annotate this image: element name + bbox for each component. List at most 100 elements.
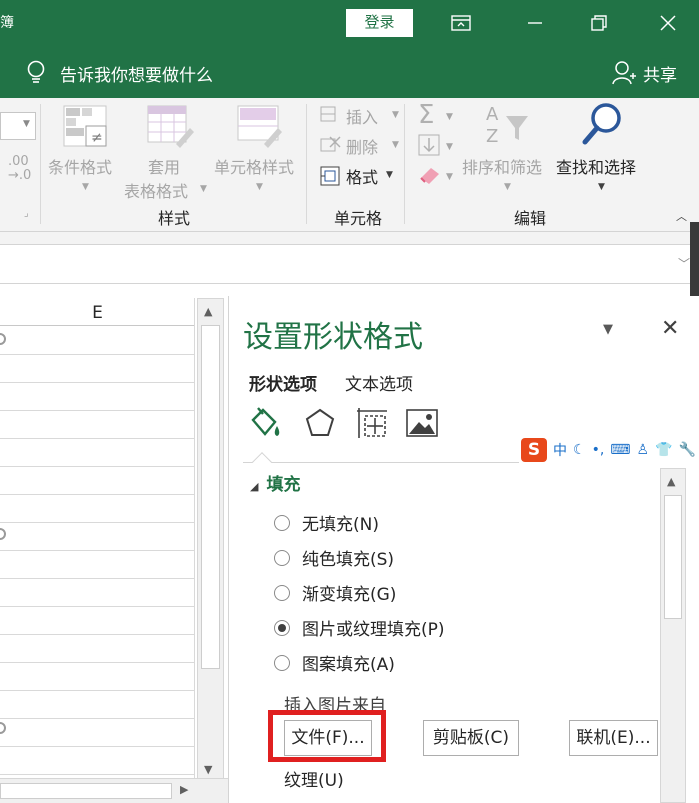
ime-toolbar[interactable]: S 中 ☾ •, ⌨ ♙ 👕 🔧 (519, 435, 699, 465)
chevron-down-icon: ▼ (504, 182, 511, 192)
dialog-launcher-icon[interactable]: ⌟ (24, 208, 29, 219)
table-format-label-1[interactable]: 套用 (148, 154, 180, 178)
keyboard-icon[interactable]: ⌨ (610, 442, 630, 458)
expand-formula-bar-icon[interactable]: ﹀ (678, 255, 690, 272)
ime-language-toggle[interactable]: 中 (553, 440, 567, 460)
radio-gradient-fill[interactable]: 渐变填充(G) (274, 580, 396, 605)
sheet-horizontal-scrollbar[interactable]: ▶ (0, 778, 228, 803)
chevron-down-icon: ▼ (446, 112, 453, 122)
login-button[interactable]: 登录 (346, 9, 413, 37)
restore-button[interactable] (582, 6, 616, 40)
collapse-ribbon-icon[interactable]: ︿ (676, 208, 687, 224)
cell-style-button[interactable]: 单元格样式 (214, 154, 294, 178)
eraser-icon[interactable] (418, 164, 442, 184)
radio-button-selected[interactable] (274, 619, 290, 636)
tell-me-input[interactable]: 告诉我你想要做什么 (60, 61, 213, 86)
autosum-icon[interactable]: Σ (418, 100, 434, 130)
chevron-down-icon: ▼ (82, 182, 89, 192)
delete-button[interactable]: 删除 (346, 134, 378, 158)
grid-line (0, 410, 195, 411)
texture-label: 纹理(U) (284, 771, 344, 791)
minimize-button[interactable] (518, 6, 552, 40)
horizontal-scroll-thumb[interactable] (0, 783, 172, 799)
radio-button[interactable] (274, 549, 290, 566)
tab-shape-options[interactable]: 形状选项 (249, 370, 317, 395)
punctuation-icon[interactable]: •, (592, 442, 605, 458)
ime-logo-icon[interactable]: S (521, 438, 547, 462)
grid-line (0, 466, 195, 467)
scroll-thumb[interactable] (201, 325, 220, 669)
ribbon-separator (306, 104, 307, 224)
wrench-icon[interactable]: 🔧 (679, 442, 696, 458)
grid-line (0, 494, 195, 495)
scroll-up-arrow-icon[interactable]: ▲ (204, 305, 212, 318)
clipboard-button[interactable]: 剪贴板(C) (423, 720, 519, 756)
radio-button[interactable] (274, 584, 290, 601)
chevron-down-icon: ▼ (256, 182, 263, 192)
radio-label: 图案填充(A) (302, 655, 395, 675)
worksheet-grid[interactable] (0, 296, 195, 780)
formula-bar[interactable]: ﹀ (0, 244, 699, 284)
format-button[interactable]: 格式 (346, 164, 378, 188)
minimize-icon (528, 22, 542, 24)
chevron-down-icon: ▼ (392, 110, 399, 120)
picture-icon[interactable] (405, 406, 439, 440)
format-cells-icon (320, 166, 340, 186)
ribbon-gap (0, 232, 699, 244)
grid-line (0, 690, 195, 691)
tab-text-options[interactable]: 文本选项 (345, 370, 413, 395)
ribbon-display-options-button[interactable] (444, 6, 478, 40)
close-icon (660, 15, 676, 31)
insert-button[interactable]: 插入 (346, 104, 378, 128)
scroll-up-arrow-icon[interactable]: ▲ (667, 475, 675, 488)
pane-options-icon[interactable]: ▼ (603, 322, 613, 337)
shirt-icon[interactable]: 👕 (655, 442, 672, 458)
chevron-down-icon: ▼ (200, 184, 207, 194)
grid-line (0, 606, 195, 607)
number-format-dropdown[interactable]: ▼ (0, 112, 36, 140)
active-tab-indicator (252, 452, 272, 472)
grid-line (0, 354, 195, 355)
svg-text:Z: Z (486, 126, 498, 147)
conditional-format-button[interactable]: 条件格式 (48, 154, 112, 178)
scroll-right-arrow-icon[interactable]: ▶ (180, 783, 188, 796)
scroll-down-arrow-icon[interactable]: ▼ (204, 763, 212, 776)
pane-vertical-scrollbar[interactable]: ▲ (660, 468, 686, 803)
effects-pentagon-icon[interactable] (303, 406, 337, 440)
sheet-vertical-scrollbar[interactable]: ▲ ▼ (197, 298, 224, 784)
table-format-button[interactable]: 表格格式 (124, 178, 188, 202)
close-window-button[interactable] (651, 6, 685, 40)
fill-down-icon[interactable] (418, 134, 440, 156)
grid-line (0, 438, 195, 439)
fill-line-icon[interactable] (249, 406, 283, 440)
scroll-thumb[interactable] (664, 495, 682, 619)
grid-line (0, 662, 195, 663)
ribbon-separator (40, 104, 41, 224)
radio-button[interactable] (274, 654, 290, 671)
moon-icon[interactable]: ☾ (573, 442, 586, 458)
chevron-down-icon: ▼ (446, 172, 453, 182)
radio-solid-fill[interactable]: 纯色填充(S) (274, 545, 394, 570)
radio-pattern-fill[interactable]: 图案填充(A) (274, 650, 395, 675)
grid-line (0, 746, 195, 747)
user-icon[interactable]: ♙ (637, 442, 650, 458)
conditional-format-icon: ≠ (63, 105, 107, 147)
title-bar: 簿 登录 (0, 0, 699, 46)
decrease-decimal-label[interactable]: →.0 (8, 168, 31, 183)
grid-line (0, 522, 195, 523)
fill-section-header[interactable]: ◢ 填充 (250, 470, 300, 495)
online-button[interactable]: 联机(E)... (569, 720, 658, 756)
size-properties-icon[interactable] (355, 406, 389, 440)
share-button[interactable]: 共享 (643, 61, 677, 86)
radio-no-fill[interactable]: 无填充(N) (274, 510, 379, 535)
editing-group-label: 编辑 (514, 209, 547, 228)
radio-button[interactable] (274, 514, 290, 531)
increase-decimal-label[interactable]: .00 (8, 154, 29, 169)
column-header-e[interactable]: E (0, 298, 195, 326)
chevron-down-icon: ▼ (392, 140, 399, 150)
radio-picture-texture-fill[interactable]: 图片或纹理填充(P) (274, 615, 445, 640)
find-select-button[interactable]: 查找和选择 (556, 154, 636, 178)
pane-close-icon[interactable]: ✕ (661, 316, 679, 341)
chevron-down-icon: ▼ (446, 142, 453, 152)
sort-filter-button[interactable]: 排序和筛选 (462, 154, 542, 178)
